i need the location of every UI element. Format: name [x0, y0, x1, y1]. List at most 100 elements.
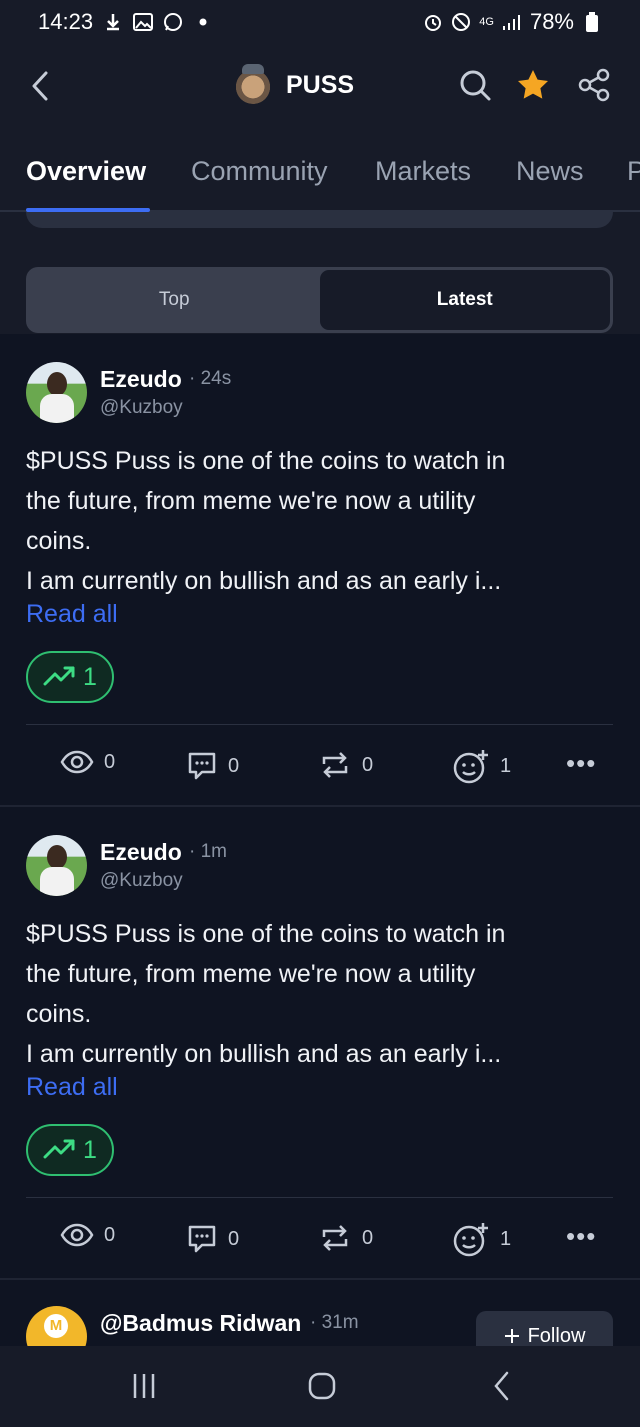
post-time: · 31m	[310, 1312, 359, 1333]
post-text-line: the future, from meme we're now a utilit…	[26, 487, 476, 515]
reactions-count: 1	[500, 754, 512, 777]
back-button[interactable]	[26, 68, 56, 104]
repost-icon	[322, 1225, 348, 1251]
system-nav-bar	[0, 1346, 640, 1427]
coin-logo-icon	[234, 64, 272, 104]
read-all-link[interactable]: Read all	[26, 600, 118, 629]
search-icon	[460, 70, 491, 101]
views-stat[interactable]: 0	[60, 1223, 115, 1247]
post-text[interactable]: $PUSS Puss is one of the coins to watch …	[26, 914, 616, 1074]
views-count: 0	[104, 1223, 116, 1246]
more-options-button[interactable]: •••	[566, 748, 596, 779]
views-count: 0	[104, 750, 116, 773]
more-options-button[interactable]: •••	[566, 1221, 596, 1252]
tab-markets[interactable]: Markets	[375, 156, 471, 187]
feed-sort-toggle: Top Latest	[26, 267, 613, 333]
comments-stat[interactable]: 0	[186, 750, 239, 782]
post-time: · 24s	[189, 368, 232, 389]
avatar[interactable]	[26, 835, 87, 896]
dnd-icon	[451, 12, 471, 32]
repost-count: 0	[362, 1226, 374, 1249]
favorite-button[interactable]	[516, 68, 550, 102]
post-text-line: the future, from meme we're now a utilit…	[26, 960, 476, 988]
system-back-button[interactable]	[482, 1370, 522, 1402]
sort-top-button[interactable]: Top	[29, 270, 320, 330]
author-handle[interactable]: @Kuzboy	[100, 870, 183, 892]
avatar[interactable]	[26, 362, 87, 423]
post-card: Ezeudo · 1m @Kuzboy $PUSS Puss is one of…	[0, 807, 640, 1279]
reactions-stat[interactable]: 1	[452, 1221, 511, 1257]
status-time: 14:23	[38, 9, 94, 34]
tab-overview[interactable]: Overview	[26, 156, 146, 187]
post-text-line: coins.	[26, 527, 92, 555]
battery-percent: 78%	[529, 9, 574, 34]
bullish-count: 1	[83, 662, 97, 691]
post-separator	[0, 1278, 640, 1280]
coin-title: PUSS	[234, 64, 355, 104]
plus-icon	[504, 1329, 519, 1343]
author-handle[interactable]: @Kuzboy	[100, 397, 183, 419]
divider	[26, 1197, 613, 1198]
post-text-line: $PUSS Puss is one of the coins to watch …	[26, 447, 506, 475]
post-text-line: I am currently on bullish and as an earl…	[26, 1040, 502, 1068]
repost-icon	[322, 752, 348, 778]
previous-card-edge	[26, 212, 613, 228]
author-name[interactable]: @Badmus Ridwan	[100, 1310, 301, 1337]
views-stat[interactable]: 0	[60, 750, 115, 774]
page-title: PUSS	[286, 70, 355, 99]
read-all-link[interactable]: Read all	[26, 1073, 118, 1102]
trending-up-icon	[43, 1139, 75, 1159]
tab-bar: Overview Community Markets News P	[0, 132, 640, 212]
notification-dot-icon	[193, 12, 213, 32]
author-name[interactable]: Ezeudo	[100, 839, 182, 866]
comments-stat[interactable]: 0	[186, 1223, 239, 1255]
bullish-badge[interactable]: 1	[26, 651, 114, 703]
post-text-line: coins.	[26, 1000, 92, 1028]
eye-icon	[60, 750, 94, 774]
home-button[interactable]	[302, 1370, 342, 1402]
sort-latest-button[interactable]: Latest	[319, 270, 610, 330]
network-type: 4G	[479, 15, 494, 28]
reactions-stat[interactable]: 1	[452, 748, 511, 784]
repost-count: 0	[362, 753, 374, 776]
add-reaction-icon	[453, 1223, 488, 1257]
comment-icon	[188, 1225, 216, 1253]
post-text-line: $PUSS Puss is one of the coins to watch …	[26, 920, 506, 948]
post-text[interactable]: $PUSS Puss is one of the coins to watch …	[26, 441, 616, 601]
download-icon	[103, 12, 123, 32]
status-bar: 14:23 4G 78%	[0, 0, 640, 44]
comments-count: 0	[228, 754, 240, 777]
back-icon	[494, 1371, 509, 1401]
recent-apps-icon	[133, 1374, 155, 1398]
tab-news[interactable]: News	[516, 156, 584, 187]
app-header: PUSS	[0, 44, 640, 132]
bullish-badge[interactable]: 1	[26, 1124, 114, 1176]
post-time: · 1m	[189, 841, 227, 862]
trending-up-icon	[43, 666, 75, 686]
tab-community[interactable]: Community	[191, 156, 328, 187]
share-button[interactable]	[577, 68, 611, 102]
signal-icon	[502, 12, 522, 32]
home-icon	[308, 1372, 336, 1400]
star-icon	[518, 70, 548, 99]
reactions-count: 1	[500, 1227, 512, 1250]
search-button[interactable]	[458, 68, 492, 102]
comment-icon	[188, 752, 216, 780]
whatsapp-icon	[163, 12, 183, 32]
post-card: Ezeudo · 24s @Kuzboy $PUSS Puss is one o…	[0, 334, 640, 806]
battery-icon	[582, 12, 602, 32]
add-reaction-icon	[453, 750, 488, 784]
repost-stat[interactable]: 0	[318, 750, 373, 780]
follow-label: Follow	[527, 1324, 586, 1347]
repost-stat[interactable]: 0	[318, 1223, 373, 1253]
divider	[26, 724, 613, 725]
tab-partial[interactable]: P	[627, 156, 640, 187]
share-icon	[578, 68, 610, 102]
alarm-icon	[423, 12, 443, 32]
chevron-left-icon	[32, 71, 48, 101]
comments-count: 0	[228, 1227, 240, 1250]
recent-apps-button[interactable]	[124, 1370, 164, 1402]
bullish-count: 1	[83, 1135, 97, 1164]
author-name[interactable]: Ezeudo	[100, 366, 182, 393]
gallery-icon	[133, 12, 154, 32]
